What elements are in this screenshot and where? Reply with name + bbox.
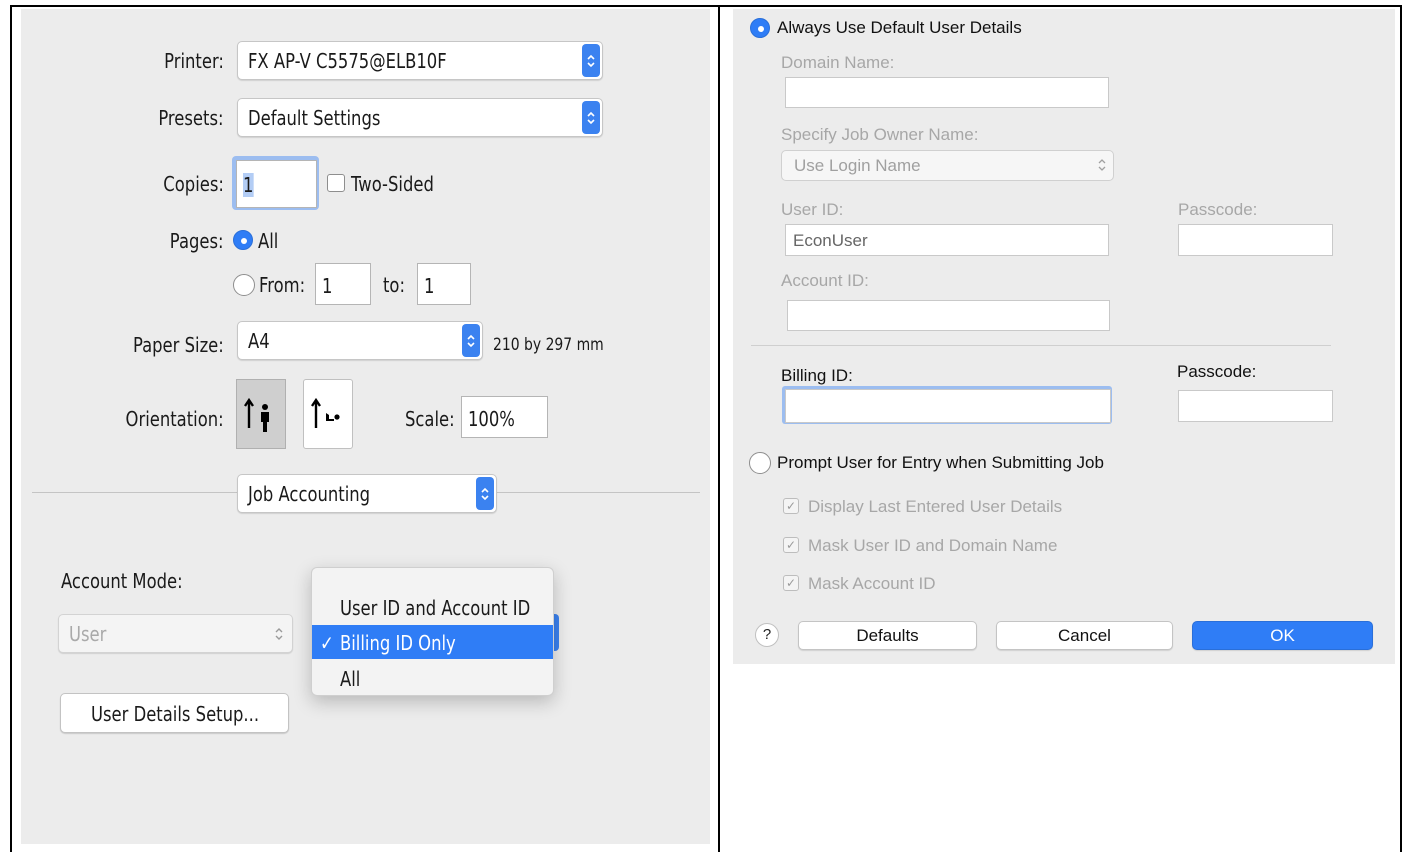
passcode1-field[interactable] <box>1178 224 1333 256</box>
prompt-user-radio[interactable] <box>749 452 771 474</box>
presets-label: Presets: <box>158 106 224 130</box>
orientation-portrait-button[interactable] <box>236 379 286 449</box>
account-mode-label: Account Mode: <box>61 569 183 593</box>
section-separator-right <box>495 492 700 493</box>
two-sided-checkbox[interactable] <box>327 174 345 192</box>
domain-name-label: Domain Name: <box>781 53 895 72</box>
frame-middle-border <box>718 5 720 852</box>
prompt-user-label: Prompt User for Entry when Submitting Jo… <box>777 453 1104 472</box>
domain-name-field[interactable] <box>785 77 1109 108</box>
account-mode-chevron-icon <box>275 628 283 640</box>
menu-check-icon: ✓ <box>320 631 334 655</box>
user-id-field[interactable]: EconUser <box>785 224 1109 256</box>
dropdown-menu: User ID and Account ID ✓ Billing ID Only… <box>311 567 554 696</box>
pages-from-field[interactable]: 1 <box>315 263 371 305</box>
account-id-label: Account ID: <box>781 271 869 290</box>
presets-stepper-icon <box>582 101 600 134</box>
user-details-setup-label: User Details Setup... <box>91 702 260 726</box>
mask-user-id-checkbox[interactable]: ✓ <box>783 537 799 553</box>
frame-left-border <box>10 5 12 852</box>
defaults-button[interactable]: Defaults <box>798 621 977 650</box>
paper-dimensions: 210 by 297 mm <box>493 335 604 355</box>
presets-value: Default Settings <box>248 106 381 130</box>
pages-all-radio[interactable] <box>233 230 253 250</box>
paper-size-value: A4 <box>248 329 270 353</box>
printer-label: Printer: <box>164 49 224 73</box>
billing-id-field[interactable] <box>785 389 1111 423</box>
paper-size-stepper-icon <box>462 324 480 357</box>
account-mode-popup[interactable]: User <box>58 614 293 653</box>
section-separator-left <box>32 492 237 493</box>
pages-all-label: All <box>258 229 279 253</box>
billing-id-label: Billing ID: <box>781 366 853 385</box>
portrait-icon <box>244 397 269 432</box>
menu-item-all[interactable]: All <box>340 667 360 691</box>
user-id-value: EconUser <box>793 231 868 250</box>
pages-to-value: 1 <box>424 274 435 298</box>
landscape-icon <box>311 397 340 428</box>
mask-user-id-label: Mask User ID and Domain Name <box>808 536 1058 555</box>
help-icon[interactable]: ? <box>755 623 779 647</box>
account-mode-value: User <box>69 622 107 646</box>
presets-popup[interactable]: Default Settings <box>237 98 603 137</box>
copies-label: Copies: <box>163 172 224 196</box>
frame-right-border <box>1400 5 1402 852</box>
billing-separator <box>751 345 1331 346</box>
scale-label: Scale: <box>405 407 455 431</box>
scale-value: 100% <box>468 407 515 431</box>
scale-field[interactable]: 100% <box>461 396 548 438</box>
account-id-field[interactable] <box>787 300 1110 331</box>
menu-item-user-and-account-id[interactable]: User ID and Account ID <box>340 596 530 620</box>
cancel-button[interactable]: Cancel <box>996 621 1173 650</box>
two-sided-label: Two-Sided <box>351 172 434 196</box>
paper-size-label: Paper Size: <box>133 333 224 357</box>
pages-from-radio[interactable] <box>233 274 255 296</box>
copies-value: 1 <box>243 173 254 197</box>
pages-from-value: 1 <box>322 274 333 298</box>
user-details-panel: Always Use Default User Details Domain N… <box>733 9 1395 664</box>
ok-button[interactable]: OK <box>1192 621 1373 650</box>
mask-account-id-label: Mask Account ID <box>808 574 936 593</box>
job-owner-chevron-icon <box>1098 159 1106 171</box>
user-details-setup-button[interactable]: User Details Setup... <box>60 693 289 733</box>
display-last-label: Display Last Entered User Details <box>808 497 1063 516</box>
printer-value: FX AP-V C5575@ELB10F <box>248 49 447 73</box>
pages-label: Pages: <box>170 229 224 253</box>
pages-from-label: From: <box>259 273 306 297</box>
menu-item-billing-id-only-label: Billing ID Only <box>340 631 456 655</box>
frame-top-border <box>10 5 1402 7</box>
pages-to-field[interactable]: 1 <box>417 263 471 305</box>
print-dialog-panel: Printer: FX AP-V C5575@ELB10F Presets: D… <box>21 9 710 844</box>
mask-account-id-checkbox[interactable]: ✓ <box>783 575 799 591</box>
user-id-label: User ID: <box>781 200 844 219</box>
passcode2-field[interactable] <box>1178 390 1333 422</box>
job-owner-label: Specify Job Owner Name: <box>781 125 979 144</box>
menu-item-billing-id-only[interactable]: ✓ Billing ID Only <box>312 625 553 659</box>
section-popup-value: Job Accounting <box>248 482 371 506</box>
printer-popup[interactable]: FX AP-V C5575@ELB10F <box>237 41 603 80</box>
pages-to-label: to: <box>383 273 405 297</box>
copies-field[interactable]: 1 <box>236 160 317 208</box>
orientation-label: Orientation: <box>125 407 224 431</box>
printer-stepper-icon <box>582 44 600 77</box>
section-stepper-icon <box>476 477 494 510</box>
display-last-checkbox[interactable]: ✓ <box>783 498 799 514</box>
job-owner-value: Use Login Name <box>794 156 921 175</box>
orientation-landscape-button[interactable] <box>303 379 353 449</box>
always-default-radio[interactable] <box>750 18 770 38</box>
passcode1-label: Passcode: <box>1178 200 1258 219</box>
passcode2-label: Passcode: <box>1177 362 1257 381</box>
section-popup[interactable]: Job Accounting <box>237 474 497 513</box>
job-owner-popup[interactable]: Use Login Name <box>781 150 1114 181</box>
always-default-label: Always Use Default User Details <box>777 18 1022 37</box>
paper-size-popup[interactable]: A4 <box>237 321 483 360</box>
